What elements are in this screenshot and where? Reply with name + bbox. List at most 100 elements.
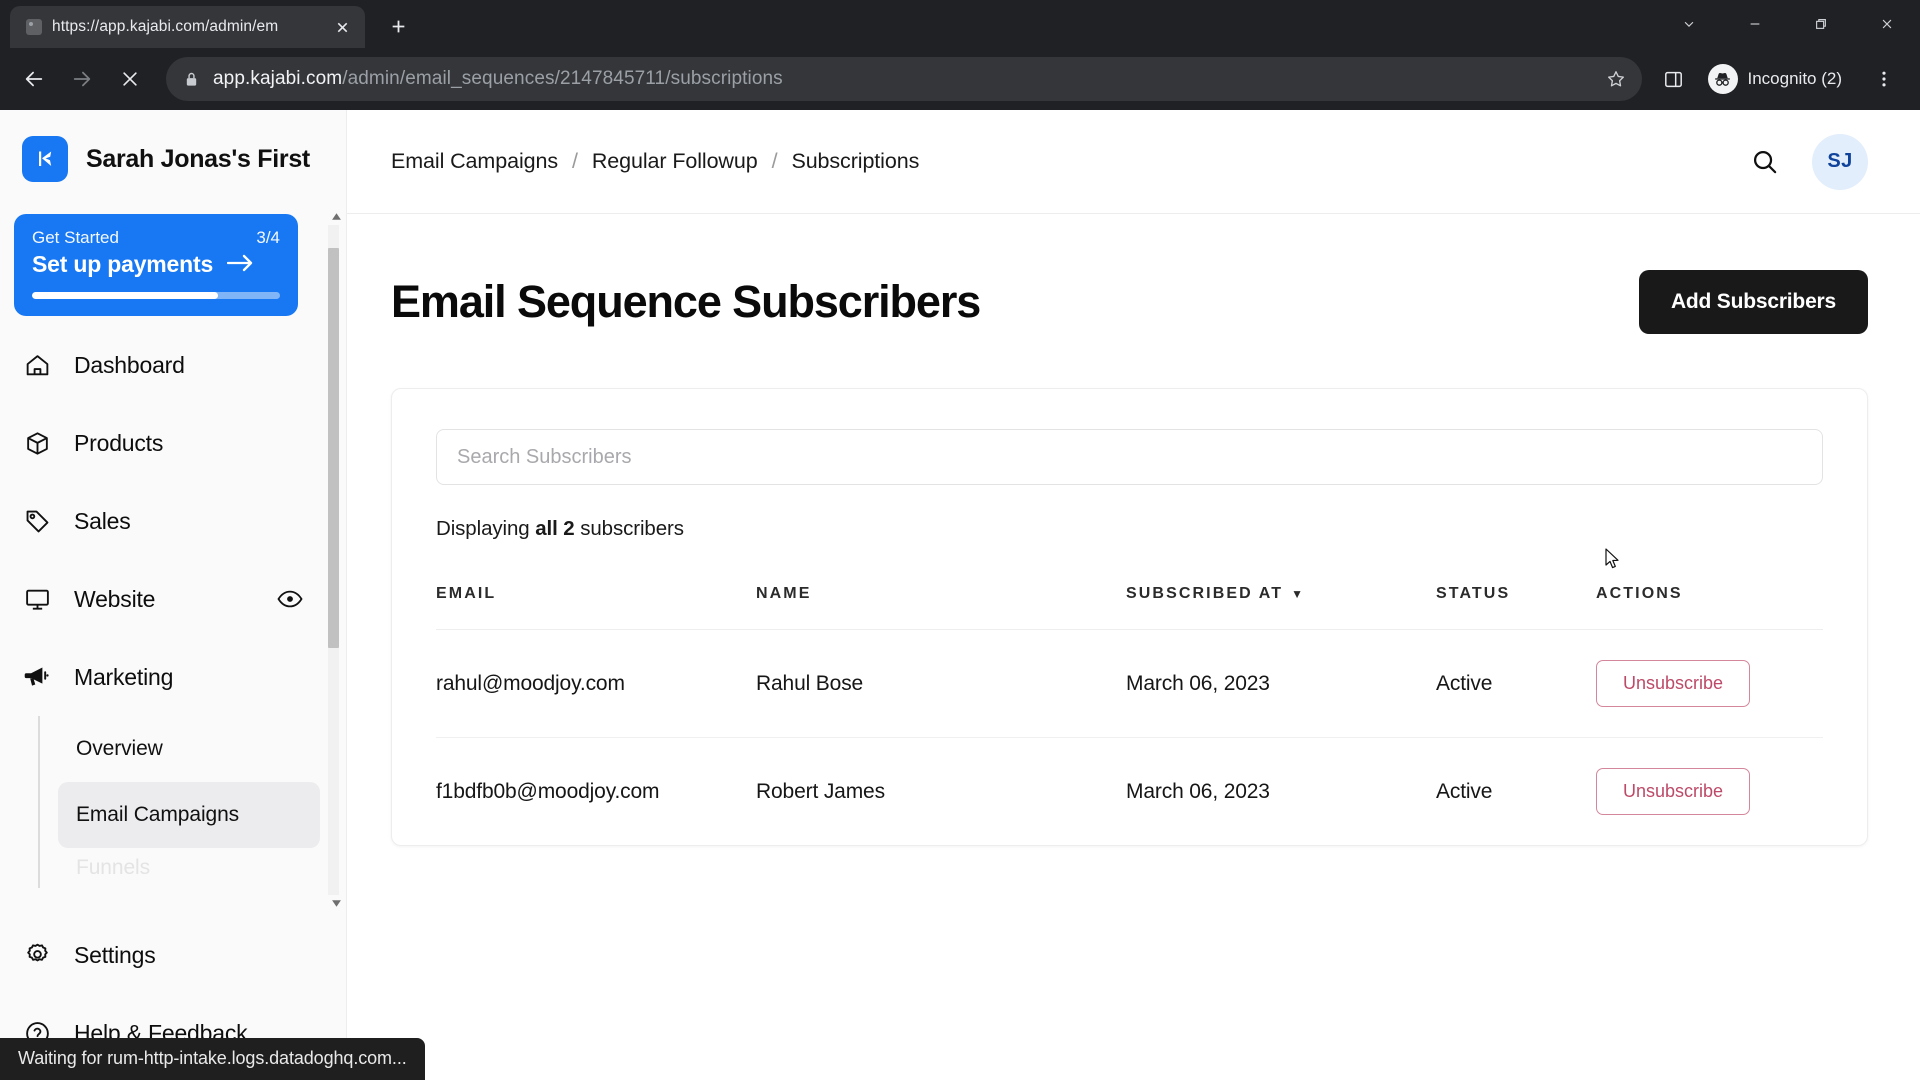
get-started-progress (32, 292, 280, 299)
table-row[interactable]: rahul@moodjoy.com Rahul Bose March 06, 2… (436, 629, 1823, 738)
get-started-count: 3/4 (256, 228, 280, 247)
column-header-status[interactable]: STATUS (1436, 585, 1596, 630)
cell-subscribed-at: March 06, 2023 (1126, 779, 1270, 803)
column-header-name[interactable]: NAME (756, 585, 1126, 630)
subscribers-table: EMAIL NAME SUBSCRIBED AT ▼ STATUS ACTIONS… (436, 585, 1823, 845)
avatar[interactable]: SJ (1812, 133, 1868, 190)
topbar-actions: SJ (1748, 133, 1868, 190)
breadcrumb-item-email-campaigns[interactable]: Email Campaigns (391, 149, 558, 174)
scroll-up-arrow-icon[interactable] (328, 208, 345, 225)
column-header-actions: ACTIONS (1596, 585, 1823, 630)
sidebar-item-dashboard[interactable]: Dashboard (0, 326, 320, 404)
scroll-down-arrow-icon[interactable] (328, 895, 345, 912)
add-subscribers-button[interactable]: Add Subscribers (1638, 270, 1868, 334)
close-icon[interactable] (329, 14, 355, 40)
sidebar-item-products[interactable]: Products (0, 404, 320, 482)
sidebar-subitem-label: Funnels (76, 856, 151, 879)
monitor-icon (22, 584, 52, 614)
home-icon (22, 350, 52, 380)
displaying-prefix: Displaying (436, 517, 530, 540)
subscribers-card: Displaying all 2 subscribers EMAIL NAME … (391, 388, 1868, 846)
bookmark-star-icon[interactable] (1598, 61, 1634, 97)
brand[interactable]: Sarah Jonas's First (0, 110, 346, 204)
breadcrumb-separator: / (771, 149, 778, 173)
kajabi-logo (22, 136, 68, 182)
restore-icon[interactable] (1788, 0, 1854, 48)
sidebar-scrollbar[interactable] (325, 208, 342, 912)
window-controls (1656, 0, 1920, 48)
displaying-count: Displaying all 2 subscribers (436, 517, 1823, 541)
cell-status: Active (1436, 779, 1493, 803)
get-started-label: Get Started (32, 228, 119, 247)
address-bar[interactable]: app.kajabi.com/admin/email_sequences/214… (166, 57, 1642, 101)
sidebar-item-label: Dashboard (74, 351, 185, 378)
sort-descending-icon[interactable]: ▼ (1291, 587, 1305, 601)
eye-icon[interactable] (276, 585, 304, 613)
side-panel-icon[interactable] (1652, 57, 1696, 101)
sidebar-subitem-email-campaigns[interactable]: Email Campaigns (58, 782, 320, 848)
sidebar-subitem-funnels[interactable]: Funnels (58, 848, 320, 888)
sidebar: Sarah Jonas's First Get Started 3/4 Set … (0, 110, 347, 1080)
url-host: app.kajabi.com (213, 68, 343, 89)
sidebar-item-label: Sales (74, 507, 131, 534)
forward-arrow-icon (60, 57, 104, 101)
cell-subscribed-at: March 06, 2023 (1126, 629, 1436, 738)
breadcrumb-item-subscriptions: Subscriptions (791, 149, 920, 173)
sidebar-item-sales[interactable]: Sales (0, 482, 320, 560)
sidebar-item-label: Settings (74, 941, 156, 968)
close-icon[interactable] (1854, 0, 1920, 48)
sidebar-item-website[interactable]: Website (0, 560, 320, 638)
three-dot-menu-icon[interactable] (1862, 57, 1906, 101)
table-row[interactable]: f1bdfb0b@moodjoy.com Robert James March … (436, 738, 1823, 846)
marketing-subnav: Overview Email Campaigns Funnels (38, 716, 320, 888)
lock-icon (184, 71, 199, 88)
sidebar-item-label: Marketing (74, 663, 174, 690)
incognito-icon (1707, 64, 1738, 94)
url-path: /admin/email_sequences/2147845711/subscr… (342, 68, 783, 89)
tag-icon (22, 506, 52, 536)
profile-incognito-pill[interactable]: Incognito (2) (1702, 59, 1859, 99)
scrollbar-thumb[interactable] (328, 248, 339, 648)
browser-tab[interactable]: https://app.kajabi.com/admin/em (10, 6, 365, 48)
breadcrumb-item-regular-followup[interactable]: Regular Followup (592, 149, 758, 174)
table-body: rahul@moodjoy.com Rahul Bose March 06, 2… (436, 629, 1823, 846)
megaphone-icon (22, 662, 52, 692)
browser-chrome: https://app.kajabi.com/admin/em app.kaja… (0, 0, 1920, 110)
sidebar-item-marketing[interactable]: Marketing (0, 638, 320, 716)
stop-loading-icon[interactable] (108, 57, 152, 101)
sidebar-subitem-label: Overview (76, 737, 163, 760)
sidebar-subitem-label: Email Campaigns (76, 803, 240, 826)
table-head: EMAIL NAME SUBSCRIBED AT ▼ STATUS ACTIONS (436, 585, 1823, 630)
page-header: Email Sequence Subscribers Add Subscribe… (391, 270, 1868, 334)
gear-icon (22, 940, 52, 970)
cell-name: Rahul Bose (756, 629, 1126, 738)
cell-actions: Unsubscribe (1596, 738, 1823, 846)
tab-search-icon[interactable] (1656, 0, 1722, 48)
unsubscribe-button[interactable]: Unsubscribe (1596, 768, 1751, 815)
cell-email: f1bdfb0b@moodjoy.com (436, 779, 660, 803)
get-started-action: Set up payments (32, 251, 214, 277)
cell-status: Active (1436, 629, 1596, 738)
new-tab-button[interactable] (379, 7, 417, 45)
sidebar-scroll-area: Get Started 3/4 Set up payments Dashboar… (0, 204, 346, 916)
search-input[interactable] (436, 429, 1823, 485)
sidebar-subitem-overview[interactable]: Overview (58, 716, 320, 782)
column-header-email[interactable]: EMAIL (436, 585, 756, 630)
page-topbar: Email Campaigns / Regular Followup / Sub… (347, 110, 1920, 214)
column-header-subscribed-at-label: SUBSCRIBED AT (1126, 585, 1284, 602)
tab-strip: https://app.kajabi.com/admin/em (0, 0, 1920, 48)
cell-actions: Unsubscribe (1596, 629, 1823, 738)
get-started-card[interactable]: Get Started 3/4 Set up payments (14, 214, 298, 316)
unsubscribe-button[interactable]: Unsubscribe (1596, 660, 1751, 707)
brand-name: Sarah Jonas's First (86, 144, 310, 173)
sidebar-item-settings[interactable]: Settings (0, 916, 346, 994)
browser-status-bar: Waiting for rum-http-intake.logs.datadog… (0, 1038, 425, 1080)
sidebar-item-label: Products (74, 429, 164, 456)
app-container: Sarah Jonas's First Get Started 3/4 Set … (0, 110, 1920, 1080)
address-bar-url: app.kajabi.com/admin/email_sequences/214… (213, 68, 1584, 90)
minimize-icon[interactable] (1722, 0, 1788, 48)
column-header-subscribed-at[interactable]: SUBSCRIBED AT ▼ (1126, 585, 1436, 630)
back-arrow-icon[interactable] (12, 57, 56, 101)
search-icon[interactable] (1748, 145, 1782, 179)
box-icon (22, 428, 52, 458)
